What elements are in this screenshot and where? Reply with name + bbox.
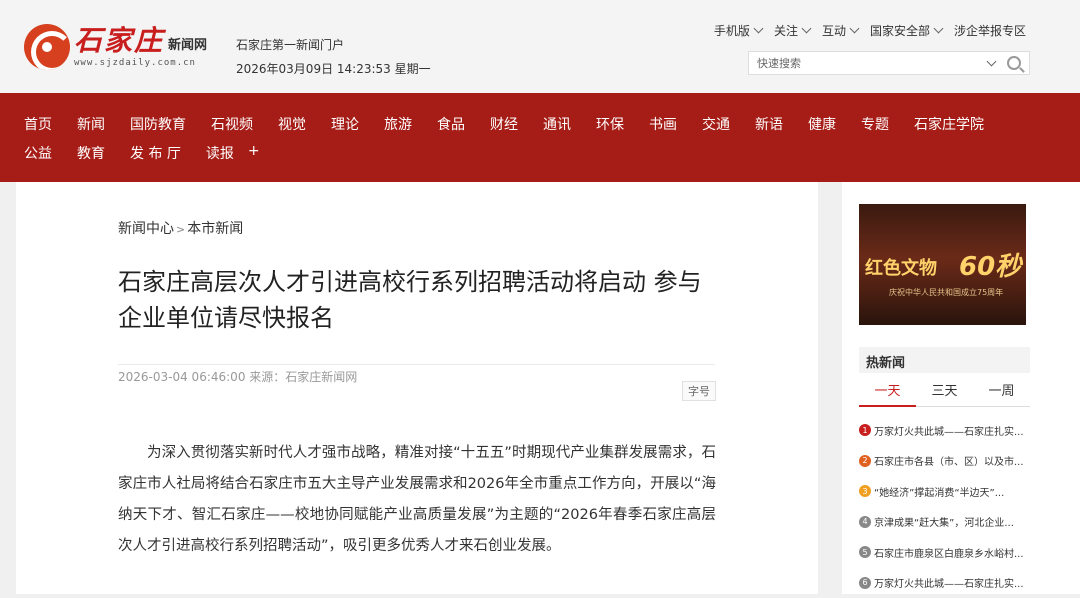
follow-link[interactable]: 关注 [774,22,814,39]
mobile-link[interactable]: 手机版 [714,22,766,39]
site-slogan: 石家庄第一新闻门户 [236,33,431,57]
logo-subtitle: 新闻网 [168,34,207,53]
list-item[interactable]: 1万家灯火共此城——石家庄扎实... [859,415,1030,446]
rank-badge: 5 [859,546,871,558]
logo-icon [24,24,70,70]
nav-item[interactable]: 发 布 厅 [130,143,181,163]
nav-item[interactable]: 食品 [437,114,465,134]
list-item[interactable]: 5石家庄市鹿泉区白鹿泉乡水峪村... [859,537,1030,568]
nav-item[interactable]: 石视频 [211,114,253,134]
hot-news-title[interactable]: 石家庄市各县（市、区）以及市... [874,453,1024,468]
breadcrumb-separator: > [176,223,185,236]
rank-badge: 3 [859,485,871,497]
nav-item[interactable]: 书画 [649,114,677,134]
hot-news-title[interactable]: 万家灯火共此城——石家庄扎实... [874,423,1024,438]
nav-item[interactable]: 公益 [24,143,52,163]
list-item[interactable]: 6万家灯火共此城——石家庄扎实... [859,568,1030,598]
search-icon[interactable] [1007,56,1021,70]
logo-url: www.sjzdaily.com.cn [74,58,207,68]
banner-number: 60秒 [959,246,1021,283]
nav-item[interactable]: 交通 [702,114,730,134]
nav-item[interactable]: 专题 [861,114,889,134]
title-divider [118,364,715,365]
chevron-down-icon[interactable] [987,56,997,66]
logo-title: 石家庄 [74,26,164,56]
main-nav: 首页 新闻 国防教育 石视频 视觉 理论 旅游 食品 财经 通讯 环保 书画 交… [0,93,1080,182]
nav-item[interactable]: 环保 [596,114,624,134]
hot-news-title[interactable]: 石家庄市鹿泉区白鹿泉乡水峪村... [874,545,1024,560]
list-item[interactable]: 4京津成果“赶大集”，河北企业... [859,507,1030,538]
chevron-down-icon [753,24,763,34]
banner-subtitle: 庆祝中华人民共和国成立75周年 [889,287,1003,298]
nav-row-2: 公益 教育 发 布 厅 读报 + [24,143,285,163]
nav-item[interactable]: 教育 [77,143,105,163]
national-security-link[interactable]: 国家安全部 [870,22,946,39]
sidebar: 红色文物 60秒 庆祝中华人民共和国成立75周年 热新闻 一天 三天 一周 1万… [842,182,1080,594]
hot-news-title[interactable]: “她经济”撑起消费“半边天”... [874,484,1004,499]
breadcrumb-home[interactable]: 新闻中心 [118,221,174,237]
article-title: 石家庄高层次人才引进高校行系列招聘活动将启动 参与企业单位请尽快报名 [118,264,718,336]
search-box[interactable]: 快速搜索 [748,51,1030,75]
nav-item[interactable]: 视觉 [278,114,306,134]
tab-one-week[interactable]: 一周 [973,380,1030,407]
banner-title: 红色文物 [865,254,937,280]
hot-news-heading: 热新闻 [859,347,1030,373]
nav-item[interactable]: 旅游 [384,114,412,134]
red-relics-banner[interactable]: 红色文物 60秒 庆祝中华人民共和国成立75周年 [859,204,1026,325]
nav-row-1: 首页 新闻 国防教育 石视频 视觉 理论 旅游 食品 财经 通讯 环保 书画 交… [24,114,1009,134]
tab-one-day[interactable]: 一天 [859,380,916,407]
search-input[interactable]: 快速搜索 [757,55,983,71]
chevron-down-icon [802,24,812,34]
hot-news-title[interactable]: 京津成果“赶大集”，河北企业... [874,514,1014,529]
rank-badge: 4 [859,516,871,528]
nav-item[interactable]: 新闻 [77,114,105,134]
nav-item[interactable]: 石家庄学院 [914,114,984,134]
interact-link[interactable]: 互动 [822,22,862,39]
nav-item[interactable]: 健康 [808,114,836,134]
current-datetime: 2026年03月09日 14:23:53 星期一 [236,57,431,81]
nav-item[interactable]: 读报 [206,143,234,163]
rank-badge: 1 [859,424,871,436]
tab-three-days[interactable]: 三天 [916,380,973,407]
nav-item[interactable]: 财经 [490,114,518,134]
site-header: 石家庄 新闻网 www.sjzdaily.com.cn 石家庄第一新闻门户 20… [0,0,1080,93]
top-links: 手机版 关注 互动 国家安全部 涉企举报专区 [706,22,1026,39]
breadcrumb: 新闻中心>本市新闻 [118,218,243,238]
hot-news-title[interactable]: 万家灯火共此城——石家庄扎实... [874,575,1024,590]
hot-news-list: 1万家灯火共此城——石家庄扎实... 2石家庄市各县（市、区）以及市... 3“… [859,415,1030,598]
nav-item[interactable]: 首页 [24,114,52,134]
article-panel: 新闻中心>本市新闻 石家庄高层次人才引进高校行系列招聘活动将启动 参与企业单位请… [16,182,818,594]
rank-badge: 2 [859,455,871,467]
hot-news-tabs: 一天 三天 一周 [859,380,1030,407]
nav-item[interactable]: 新语 [755,114,783,134]
nav-item[interactable]: 国防教育 [130,114,186,134]
nav-item[interactable]: 通讯 [543,114,571,134]
list-item[interactable]: 3“她经济”撑起消费“半边天”... [859,476,1030,507]
nav-item[interactable]: 理论 [331,114,359,134]
site-logo[interactable]: 石家庄 新闻网 www.sjzdaily.com.cn [24,24,207,70]
article-meta: 2026-03-04 06:46:00 来源：石家庄新闻网 [118,368,357,385]
list-item[interactable]: 2石家庄市各县（市、区）以及市... [859,446,1030,477]
font-size-button[interactable]: 字号 [682,381,716,401]
chevron-down-icon [934,24,944,34]
report-zone-link[interactable]: 涉企举报专区 [954,22,1026,39]
breadcrumb-current[interactable]: 本市新闻 [187,221,243,237]
rank-badge: 6 [859,577,871,589]
article-body: 为深入贯彻落实新时代人才强市战略，精准对接“十五五”时期现代产业集群发展需求，石… [118,438,716,562]
nav-more-button[interactable]: + [248,143,260,163]
chevron-down-icon [850,24,860,34]
